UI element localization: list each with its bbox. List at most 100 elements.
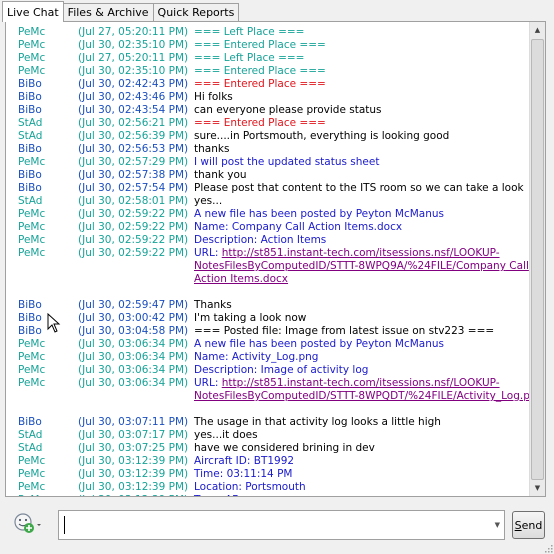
message-timestamp: (Jul 30, 03:12:39 PM) <box>78 481 189 493</box>
message-sender: BiBo <box>18 104 42 116</box>
chat-message: PeMc (Jul 27, 05:20:11 PM) === Left Place … <box>18 52 518 65</box>
message-text: thank you <box>194 169 247 181</box>
message-timestamp: (Jul 30, 03:06:34 PM) <box>78 364 189 376</box>
message-timestamp: (Jul 30, 03:12:39 PM) <box>78 494 194 496</box>
message-sender: StAd <box>18 130 43 142</box>
message-sender: PeMc <box>18 377 46 389</box>
chat-transcript[interactable]: PeMc (Jul 27, 05:20:11 PM) === Left Place … <box>5 21 546 497</box>
emoticon-button[interactable] <box>12 511 42 537</box>
message-text: Time: 03:11:14 PM <box>194 468 293 480</box>
message-timestamp: (Jul 30, 03:07:17 PM) <box>78 429 189 441</box>
message-sender: PeMc <box>18 52 46 64</box>
chat-message: BiBo (Jul 30, 02:43:54 PM) can everyone pl… <box>18 104 518 117</box>
chat-message: BiBo (Jul 30, 03:07:11 PM) The usage in th… <box>18 416 518 429</box>
scroll-up-icon[interactable]: ▲ <box>530 22 545 38</box>
send-label: end <box>521 518 543 532</box>
message-timestamp: (Jul 30, 02:59:22 PM) <box>78 208 189 220</box>
chat-message: StAd (Jul 30, 02:56:21 PM) === Entered Pla… <box>18 117 518 130</box>
message-timestamp: (Jul 27, 05:20:11 PM) <box>78 26 189 38</box>
message-timestamp: (Jul 30, 02:42:43 PM) <box>78 78 189 90</box>
file-link[interactable]: http://st851.instant-tech.com/itsessions… <box>194 377 543 402</box>
message-sender: StAd <box>18 442 43 454</box>
file-link[interactable]: http://st851.instant-tech.com/itsessions… <box>194 247 529 285</box>
send-button[interactable]: Send <box>512 511 545 539</box>
chat-message: PeMc (Jul 30, 02:35:10 PM) === Entered Pla… <box>18 65 518 78</box>
message-text: === Entered Place === <box>194 65 326 77</box>
message-sender: PeMc <box>18 364 46 376</box>
message-sender: BiBo <box>18 182 42 194</box>
message-text: === Entered Place === <box>194 117 326 129</box>
message-timestamp: (Jul 30, 03:06:34 PM) <box>78 377 189 389</box>
message-sender: PeMc <box>18 351 46 363</box>
message-sender: PeMc <box>18 39 46 51</box>
chat-message: PeMc (Jul 30, 03:06:34 PM) URL: http://st8… <box>18 377 543 403</box>
message-text: URL: http://st851.instant-tech.com/itses… <box>194 247 529 286</box>
tab-bar: Live Chat Files & Archive Quick Reports <box>2 1 240 22</box>
message-timestamp: (Jul 30, 02:57:54 PM) <box>78 182 189 194</box>
chat-message: BiBo (Jul 30, 02:57:54 PM) Please post tha… <box>18 182 524 195</box>
message-sender: BiBo <box>18 169 42 181</box>
message-timestamp: (Jul 30, 02:59:22 PM) <box>78 247 189 259</box>
message-timestamp: (Jul 30, 02:56:53 PM) <box>78 143 189 155</box>
chat-message: StAd (Jul 30, 03:07:17 PM) yes...it does <box>18 429 518 442</box>
input-history-dropdown-icon[interactable]: ▼ <box>495 521 500 529</box>
message-text: Aircraft ID: BT1992 <box>194 455 295 467</box>
message-timestamp: (Jul 30, 02:56:21 PM) <box>78 117 189 129</box>
chat-message: PeMc (Jul 30, 02:59:22 PM) A new file has … <box>18 208 518 221</box>
scroll-down-icon[interactable]: ▼ <box>530 480 545 496</box>
chat-message: PeMc (Jul 30, 03:06:34 PM) Description: Im… <box>18 364 518 377</box>
message-sender: PeMc <box>18 234 46 246</box>
message-input[interactable] <box>63 515 487 537</box>
message-text: Name: Company Call Action Items.docx <box>194 221 403 233</box>
message-text: === Entered Place === <box>194 78 326 90</box>
message-input-box[interactable]: ▼ <box>58 510 505 540</box>
message-sender: PeMc <box>18 26 46 38</box>
chat-message: BiBo (Jul 30, 02:57:38 PM) thank you <box>18 169 518 182</box>
message-timestamp: (Jul 30, 03:04:58 PM) <box>78 325 189 337</box>
message-timestamp: (Jul 30, 02:59:22 PM) <box>78 221 189 233</box>
message-text: URL: http://st851.instant-tech.com/itses… <box>194 377 543 403</box>
message-text: have we considered brining in dev <box>194 442 375 454</box>
chat-message: StAd (Jul 30, 03:07:25 PM) have we conside… <box>18 442 518 455</box>
message-text: The usage in that activity log looks a l… <box>194 416 441 428</box>
message-timestamp: (Jul 30, 03:12:39 PM) <box>78 455 189 467</box>
chat-message: PeMc (Jul 30, 02:35:10 PM) === Entered Pla… <box>18 39 518 52</box>
url-prefix: URL: <box>194 247 222 259</box>
message-sender: PeMc <box>18 247 46 259</box>
message-list: PeMc (Jul 27, 05:20:11 PM) === Left Place … <box>18 26 543 496</box>
message-sender: BiBo <box>18 78 42 90</box>
chat-message: PeMc (Jul 30, 03:12:39 PM) Time: 03:11:14 … <box>18 468 518 481</box>
chat-message: PeMc (Jul 27, 05:20:11 PM) === Left Place … <box>18 26 518 39</box>
scrollbar-thumb[interactable] <box>531 39 544 480</box>
chat-message: PeMc (Jul 30, 03:12:39 PM) Aircraft ID: BT… <box>18 455 518 468</box>
chat-message: PeMc (Jul 30, 02:57:29 PM) I will post the… <box>18 156 518 169</box>
smiley-add-icon <box>14 513 41 533</box>
message-text: A new file has been posted by Peyton McM… <box>194 338 444 350</box>
message-text: yes... <box>194 195 223 207</box>
chat-message: PeMc (Jul 30, 02:59:22 PM) Description: Ac… <box>18 234 518 247</box>
message-timestamp: (Jul 30, 02:56:39 PM) <box>78 130 189 142</box>
message-sender: BiBo <box>18 416 42 428</box>
send-label-access-key: S <box>514 518 522 532</box>
message-timestamp: (Jul 30, 02:57:29 PM) <box>78 156 189 168</box>
chat-message: BiBo (Jul 30, 03:00:42 PM) I'm taking a lo… <box>18 312 518 325</box>
chat-message: BiBo (Jul 30, 02:56:53 PM) thanks <box>18 143 518 156</box>
vertical-scrollbar[interactable]: ▲ ▼ <box>529 22 545 496</box>
tab-quick-reports[interactable]: Quick Reports <box>152 3 240 21</box>
message-timestamp: (Jul 30, 02:57:38 PM) <box>78 169 189 181</box>
transcript-spacer <box>18 286 518 299</box>
chat-message: BiBo (Jul 30, 02:42:43 PM) === Entered Pla… <box>18 78 518 91</box>
message-timestamp: (Jul 30, 02:35:10 PM) <box>78 65 189 77</box>
message-timestamp: (Jul 30, 02:35:10 PM) <box>78 39 189 51</box>
tab-live-chat[interactable]: Live Chat <box>2 1 64 22</box>
message-sender: PeMc <box>18 468 46 480</box>
resize-grip-icon[interactable] <box>543 543 553 553</box>
message-sender: PeMc <box>18 494 78 496</box>
message-text: Type: AB <box>194 494 514 496</box>
tab-files-archive[interactable]: Files & Archive <box>62 3 154 21</box>
transcript-spacer <box>18 403 518 416</box>
message-text: === Entered Place === <box>194 39 326 51</box>
message-sender: PeMc <box>18 481 46 493</box>
url-prefix: URL: <box>194 377 222 389</box>
text-caret <box>64 516 65 534</box>
